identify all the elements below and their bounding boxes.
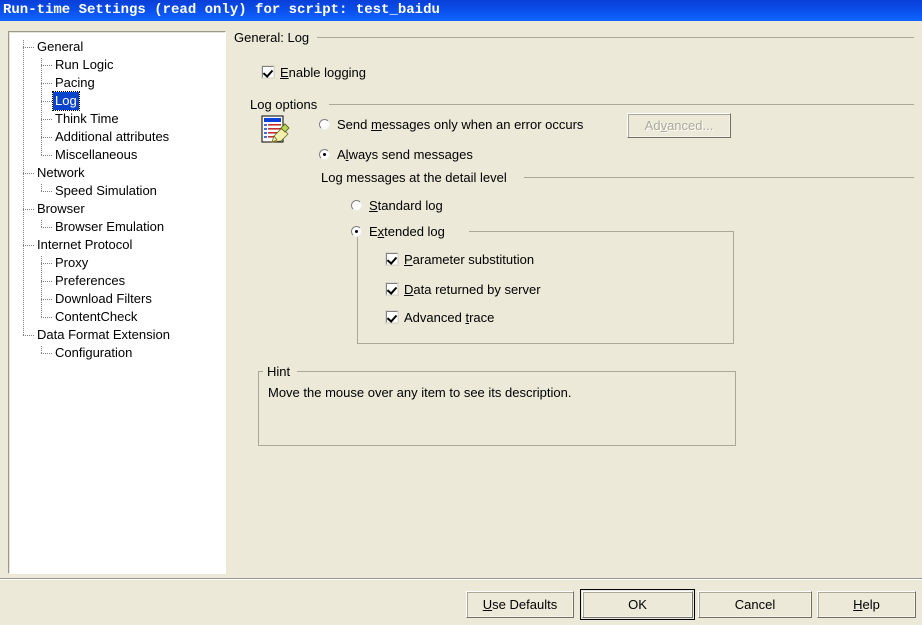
- detail-level-title: Log messages at the detail level: [321, 170, 507, 185]
- sidebar-item-label: Think Time: [55, 111, 119, 126]
- tree-connector-icon: [41, 191, 52, 192]
- checkbox-indicator[interactable]: [262, 66, 274, 78]
- sidebar-item-label: Download Filters: [55, 291, 152, 306]
- checkbox-indicator[interactable]: [386, 283, 398, 295]
- sidebar-item-label: Log: [52, 91, 80, 111]
- sidebar-item-label: ContentCheck: [55, 309, 138, 324]
- settings-tree[interactable]: General Run Logic Pacing Log Think Time Addit…: [9, 32, 225, 360]
- hint-group: [258, 371, 736, 446]
- tree-spine-icon: [41, 58, 42, 155]
- sidebar-item-label: Proxy: [55, 255, 89, 270]
- tree-connector-icon: [23, 245, 34, 246]
- sidebar-item-label: Preferences: [55, 273, 126, 288]
- radio-indicator[interactable]: [319, 119, 330, 130]
- tree-connector-icon: [41, 137, 52, 138]
- advanced-button-wrapper: Ad v anced...: [627, 113, 731, 138]
- tree-connector-icon: [41, 227, 52, 228]
- radio-send-on-error-label: Send messages only when an error occurs: [337, 117, 584, 132]
- advanced-button[interactable]: Ad v anced...: [627, 113, 731, 138]
- sidebar-item-label: Miscellaneous: [55, 147, 138, 162]
- radio-indicator[interactable]: [351, 226, 362, 237]
- window-title: Run-time Settings (read only) for script…: [3, 2, 440, 18]
- tree-connector-icon: [41, 119, 52, 120]
- tree-connector-icon: [23, 173, 34, 174]
- checkbox-indicator[interactable]: [386, 253, 398, 265]
- sidebar-item-label: Data Format Extension: [37, 327, 170, 342]
- enable-logging-label: Enable logging: [280, 65, 367, 80]
- tree-spine-icon: [41, 346, 42, 353]
- ok-button[interactable]: OK: [580, 589, 695, 620]
- use-defaults-button[interactable]: Use Defaults: [466, 591, 574, 618]
- tree-connector-icon: [23, 335, 34, 336]
- sidebar-item-label: Browser: [37, 201, 85, 216]
- checkbox-indicator[interactable]: [386, 311, 398, 323]
- sidebar-item-label: Run Logic: [55, 57, 114, 72]
- log-options-rule: [329, 104, 914, 105]
- log-options-title: Log options: [250, 97, 318, 112]
- page-title-rule: [317, 37, 914, 38]
- sidebar-item-label: Pacing: [55, 75, 95, 90]
- settings-tree-panel[interactable]: General Run Logic Pacing Log Think Time Addit…: [8, 31, 226, 574]
- tree-spine-icon: [41, 220, 42, 227]
- tree-connector-icon: [41, 263, 52, 264]
- tree-connector-icon: [41, 317, 52, 318]
- hint-text: Move the mouse over any item to see its …: [268, 385, 572, 400]
- settings-content-panel: General: Log Enable logging Log options: [233, 28, 914, 573]
- radio-extended-log-label: Extended log: [369, 224, 445, 239]
- radio-indicator[interactable]: [351, 200, 362, 211]
- sidebar-item-label: Additional attributes: [55, 129, 170, 144]
- sidebar-item-label: Configuration: [55, 345, 133, 360]
- cancel-button[interactable]: Cancel: [698, 591, 812, 618]
- page-title: General: Log: [234, 30, 310, 45]
- tree-connector-icon: [41, 155, 52, 156]
- tree-spine-icon: [23, 40, 24, 335]
- tree-connector-icon: [41, 299, 52, 300]
- radio-always-send-label: Always send messages: [337, 147, 473, 162]
- checkbox-parameter-substitution-label: Parameter substitution: [404, 252, 535, 267]
- sidebar-item-label: Browser Emulation: [55, 219, 165, 234]
- tree-connector-icon: [41, 65, 52, 66]
- checkbox-advanced-trace-label: Advanced trace: [404, 310, 495, 325]
- radio-extended-log[interactable]: Extended log: [351, 224, 445, 240]
- radio-standard-log-label: Standard log: [369, 198, 443, 213]
- tree-connector-icon: [41, 83, 52, 84]
- log-document-pencil-icon: [259, 113, 291, 145]
- sidebar-item-label: Speed Simulation: [55, 183, 157, 198]
- window-titlebar: Run-time Settings (read only) for script…: [0, 0, 922, 21]
- help-button[interactable]: Help: [817, 591, 916, 618]
- sidebar-item-label: Network: [37, 165, 85, 180]
- tree-connector-icon: [23, 209, 34, 210]
- sidebar-item-network[interactable]: Network: [9, 164, 225, 182]
- footer-separator-highlight: [0, 579, 922, 580]
- sidebar-item-data-format-extension[interactable]: Data Format Extension: [9, 326, 225, 344]
- tree-spine-icon: [41, 256, 42, 317]
- tree-connector-icon: [41, 353, 52, 354]
- tree-connector-icon: [41, 101, 52, 102]
- sidebar-item-general[interactable]: General: [9, 38, 225, 56]
- radio-indicator[interactable]: [319, 149, 330, 160]
- checkbox-data-returned-by-server-label: Data returned by server: [404, 282, 541, 297]
- hint-title: Hint: [265, 364, 293, 379]
- runtime-settings-dialog: Run-time Settings (read only) for script…: [0, 0, 922, 625]
- sidebar-item-label: Internet Protocol: [37, 237, 133, 252]
- tree-connector-icon: [41, 281, 52, 282]
- sidebar-item-label: General: [37, 39, 84, 54]
- tree-connector-icon: [23, 47, 34, 48]
- tree-spine-icon: [41, 184, 42, 191]
- sidebar-item-internet-protocol[interactable]: Internet Protocol: [9, 236, 225, 254]
- sidebar-item-browser[interactable]: Browser: [9, 200, 225, 218]
- detail-level-rule: [524, 177, 914, 178]
